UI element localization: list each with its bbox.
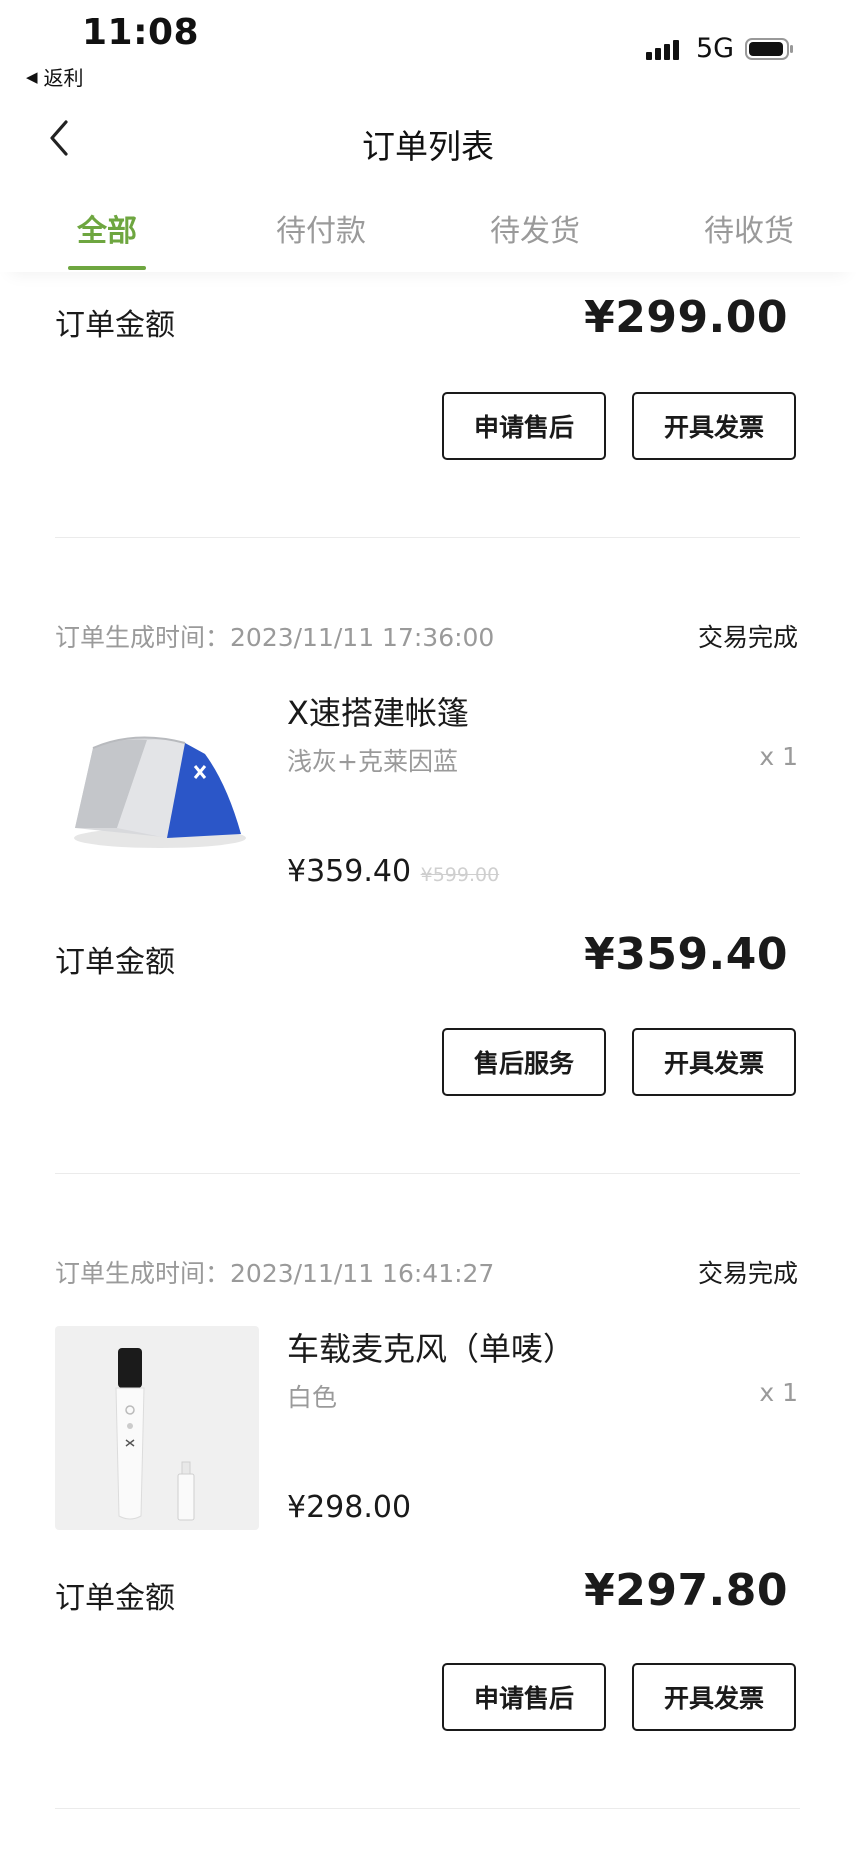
order-status: 交易完成 bbox=[697, 1259, 798, 1288]
order-created-label: 订单生成时间： bbox=[55, 1259, 231, 1288]
apply-after-sale-button[interactable]: 申请售后 bbox=[442, 1663, 606, 1731]
tent-illustration bbox=[74, 736, 246, 848]
order-total-label: 订单金额 bbox=[55, 1581, 175, 1616]
order-total-amount: ¥299.00 bbox=[584, 292, 788, 343]
product-name[interactable]: 车载麦克风（单唛） bbox=[287, 1324, 575, 1370]
back-app-label: 返利 bbox=[43, 66, 84, 90]
order-total-amount: ¥297.80 bbox=[584, 1565, 788, 1616]
product-spec: 白色 bbox=[287, 1383, 338, 1412]
back-to-app-link[interactable]: ◀ 返利 bbox=[26, 62, 84, 91]
tab-pending-shipment[interactable]: 待发货 bbox=[428, 200, 642, 272]
product-name[interactable]: X速搭建帐篷 bbox=[287, 688, 469, 734]
tab-pending-receipt[interactable]: 待收货 bbox=[642, 200, 856, 272]
tent-image[interactable] bbox=[55, 688, 259, 892]
microphone-illustration bbox=[115, 1348, 195, 1521]
order-total-amount: ¥359.40 bbox=[584, 929, 788, 980]
order-status: 交易完成 bbox=[697, 623, 798, 652]
order-created-time: 订单生成时间：2023/11/11 16:41:27 bbox=[55, 1254, 494, 1290]
product-original-price: ¥599.00 bbox=[420, 864, 500, 886]
tab-all[interactable]: 全部 bbox=[0, 200, 214, 272]
product-price: ¥359.40 ¥599.00 bbox=[287, 854, 499, 889]
signal-icon bbox=[646, 40, 679, 60]
product-spec: 浅灰+克莱因蓝 bbox=[287, 747, 458, 776]
order-total-label: 订单金额 bbox=[55, 945, 175, 980]
product-quantity: x 1 bbox=[759, 1378, 798, 1407]
order-created-value: 2023/11/11 17:36:00 bbox=[230, 623, 495, 652]
order-total-label: 订单金额 bbox=[55, 308, 175, 343]
product-quantity: x 1 bbox=[759, 742, 798, 771]
order-divider bbox=[55, 537, 800, 538]
status-time: 11:08 bbox=[82, 12, 200, 53]
product-price-value: ¥359.40 bbox=[287, 854, 412, 889]
microphone-image[interactable] bbox=[55, 1326, 259, 1530]
back-triangle-icon: ◀ bbox=[26, 67, 38, 86]
after-sale-service-button[interactable]: 售后服务 bbox=[442, 1028, 606, 1096]
product-price-value: ¥298.00 bbox=[287, 1490, 412, 1525]
network-type: 5G bbox=[696, 33, 735, 64]
issue-invoice-button[interactable]: 开具发票 bbox=[632, 1028, 796, 1096]
order-created-value: 2023/11/11 16:41:27 bbox=[230, 1259, 495, 1288]
issue-invoice-button[interactable]: 开具发票 bbox=[632, 1663, 796, 1731]
order-created-label: 订单生成时间： bbox=[55, 623, 231, 652]
order-tabs: 全部 待付款 待发货 待收货 bbox=[0, 200, 856, 272]
battery-icon bbox=[745, 38, 793, 60]
order-divider bbox=[55, 1173, 800, 1174]
page-title: 订单列表 bbox=[362, 127, 494, 166]
order-created-time: 订单生成时间：2023/11/11 17:36:00 bbox=[55, 618, 494, 654]
product-price: ¥298.00 bbox=[287, 1490, 411, 1525]
order-divider bbox=[55, 1808, 800, 1809]
apply-after-sale-button[interactable]: 申请售后 bbox=[442, 392, 606, 460]
issue-invoice-button[interactable]: 开具发票 bbox=[632, 392, 796, 460]
tab-pending-payment[interactable]: 待付款 bbox=[214, 200, 428, 272]
